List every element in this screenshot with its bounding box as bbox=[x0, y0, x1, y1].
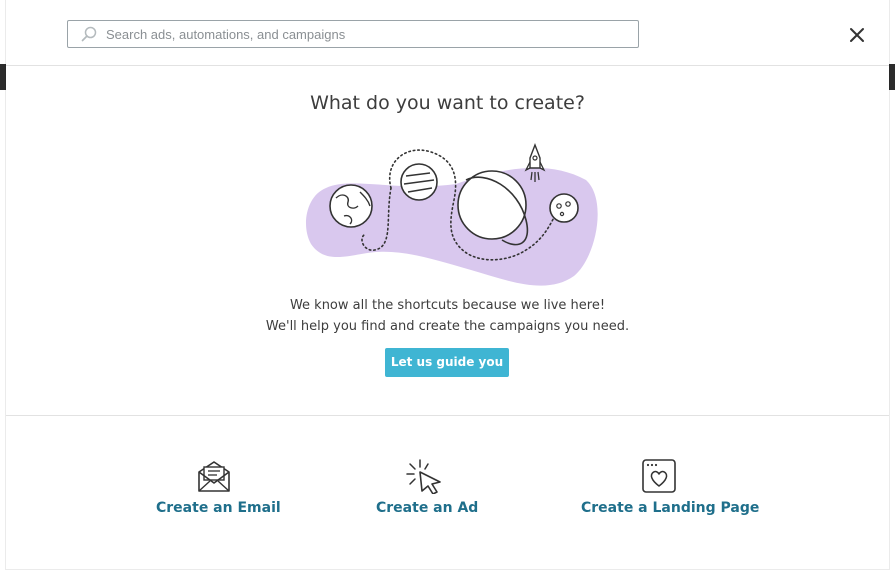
dialog-header bbox=[6, 0, 889, 66]
guide-button[interactable]: Let us guide you bbox=[385, 348, 509, 377]
create-landing-page-label: Create a Landing Page bbox=[581, 500, 760, 516]
dialog-divider bbox=[6, 415, 889, 416]
create-email-label: Create an Email bbox=[156, 500, 281, 516]
create-ad-label: Create an Ad bbox=[376, 500, 479, 516]
close-icon bbox=[850, 28, 864, 42]
create-landing-page-option[interactable]: Create a Landing Page bbox=[581, 458, 760, 516]
space-illustration bbox=[306, 143, 598, 286]
create-email-option[interactable]: Create an Email bbox=[156, 458, 281, 516]
create-ad-option[interactable]: Create an Ad bbox=[376, 458, 479, 516]
dialog-title: What do you want to create? bbox=[310, 92, 585, 114]
close-button[interactable] bbox=[846, 24, 868, 46]
search-box[interactable] bbox=[67, 20, 639, 48]
search-icon bbox=[81, 26, 97, 42]
cursor-click-icon bbox=[406, 459, 441, 494]
create-dialog: What do you want to create? We know all … bbox=[6, 0, 889, 569]
envelope-icon bbox=[197, 461, 230, 492]
dialog-description-line-1: We know all the shortcuts because we liv… bbox=[289, 298, 606, 313]
dialog-description-line-2: We'll help you find and create the campa… bbox=[265, 319, 630, 334]
landing-page-heart-icon bbox=[642, 459, 676, 493]
search-input[interactable] bbox=[106, 24, 626, 44]
